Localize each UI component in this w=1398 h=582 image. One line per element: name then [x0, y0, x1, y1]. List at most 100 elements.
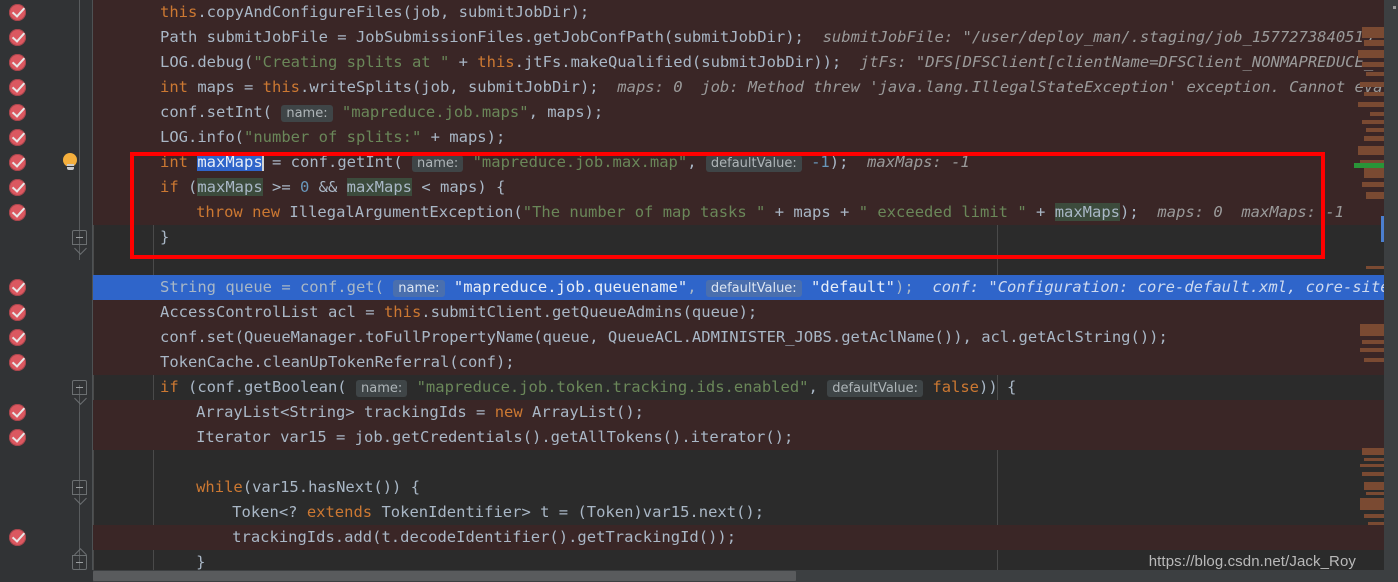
fold-collapse-icon[interactable] — [72, 555, 87, 570]
code-line[interactable]: LOG.info("number of splits:" + maps); — [93, 125, 1398, 150]
code-token: IllegalArgumentException( — [280, 203, 523, 221]
breakpoint-verified-icon[interactable] — [9, 304, 26, 321]
fold-collapse-icon[interactable] — [72, 380, 87, 395]
code-line-text: int maxMaps = conf.getInt( name: "mapred… — [160, 150, 970, 176]
code-token: false — [932, 378, 980, 396]
code-token: .copyAndConfigureFiles(job, submitJobDir… — [197, 3, 590, 21]
code-line[interactable]: while(var15.hasNext()) { — [93, 475, 1398, 500]
code-line-text: if (conf.getBoolean( name: "mapreduce.jo… — [160, 375, 1016, 401]
code-line[interactable]: Token<? extends TokenIdentifier> t = (To… — [93, 500, 1398, 525]
code-token: this — [262, 78, 300, 96]
code-token: >= — [262, 178, 300, 196]
breakpoint-verified-icon[interactable] — [9, 204, 26, 221]
breakpoint-verified-icon[interactable] — [9, 154, 26, 171]
code-line[interactable]: ArrayList<String> trackingIds = new Arra… — [93, 400, 1398, 425]
gutter-bottom-filler — [0, 570, 93, 582]
breakpoint-verified-icon[interactable] — [9, 404, 26, 421]
code-token: "default" — [811, 278, 896, 296]
code-token: maps = — [188, 78, 263, 96]
code-line[interactable]: Path submitJobFile = JobSubmissionFiles.… — [93, 25, 1398, 50]
fold-collapse-icon[interactable] — [72, 480, 87, 495]
code-token: "Creating splits at " — [253, 53, 450, 71]
breakpoint-verified-icon[interactable] — [9, 179, 26, 196]
code-line[interactable]: conf.setInt( name: "mapreduce.job.maps",… — [93, 100, 1398, 125]
breakpoint-verified-icon[interactable] — [9, 329, 26, 346]
code-token: = conf.getInt( — [262, 153, 412, 171]
code-token: "The number of map tasks " — [522, 203, 766, 221]
horizontal-scrollbar-track[interactable] — [93, 570, 1398, 582]
code-line[interactable]: this.copyAndConfigureFiles(job, submitJo… — [93, 0, 1398, 25]
code-token: .jtFs.makeQualified(submitJobDir)); — [514, 53, 842, 71]
breakpoint-verified-icon[interactable] — [9, 29, 26, 46]
breakpoint-verified-icon[interactable] — [9, 279, 26, 296]
minimap-line — [1360, 464, 1384, 467]
code-line-text: conf.setInt( name: "mapreduce.job.maps",… — [160, 100, 603, 126]
code-line[interactable]: conf.set(QueueManager.toFullPropertyName… — [93, 325, 1398, 350]
parameter-hint: defaultValue: — [705, 155, 802, 172]
breakpoint-verified-icon[interactable] — [9, 529, 26, 546]
code-minimap[interactable] — [1346, 0, 1384, 570]
fold-collapse-icon[interactable] — [72, 230, 87, 245]
code-line-text: while(var15.hasNext()) { — [196, 475, 420, 500]
code-line-text: ArrayList<String> trackingIds = new Arra… — [196, 400, 644, 425]
code-line-text: throw new IllegalArgumentException("The … — [196, 200, 1344, 225]
parameter-hint: defaultValue: — [705, 280, 802, 297]
breakpoint-verified-icon[interactable] — [9, 429, 26, 446]
code-line[interactable]: if (conf.getBoolean( name: "mapreduce.jo… — [93, 375, 1398, 400]
code-token: Iterator var15 = job.getCredentials().ge… — [196, 428, 794, 446]
debugger-inline-value: jtFs: "DFS[DFSClient[clientName=DFSClien… — [859, 53, 1398, 71]
code-token: .submitClient.getQueueAdmins(queue); — [421, 303, 758, 321]
gutter-breakpoint-column[interactable] — [0, 0, 36, 582]
code-token: "mapreduce.job.max.map" — [472, 153, 688, 171]
breakpoint-verified-icon[interactable] — [9, 54, 26, 71]
gutter-fold-column[interactable] — [36, 0, 93, 582]
code-token: " exceeded limit " — [858, 203, 1027, 221]
minimap-line — [1366, 192, 1384, 199]
code-token: "mapreduce.job.maps" — [341, 103, 529, 121]
horizontal-scrollbar-thumb[interactable] — [93, 571, 796, 581]
code-line[interactable]: Iterator var15 = job.getCredentials().ge… — [93, 425, 1398, 450]
code-line[interactable]: throw new IllegalArgumentException("The … — [93, 200, 1398, 225]
code-line[interactable]: trackingIds.add(t.decodeIdentifier().get… — [93, 525, 1398, 550]
minimap-current-line — [1354, 163, 1384, 168]
watermark-url: https://blog.csdn.net/Jack_Roy — [1148, 553, 1356, 570]
code-line-text: int maps = this.writeSplits(job, submitJ… — [160, 75, 1398, 100]
lightbulb-icon[interactable] — [62, 153, 78, 172]
minimap-line — [1360, 348, 1384, 352]
breakpoint-verified-icon[interactable] — [9, 354, 26, 371]
minimap-line — [1362, 340, 1384, 344]
code-token: && — [309, 178, 347, 196]
code-line[interactable] — [93, 450, 1398, 475]
code-editor-area[interactable]: this .copyAndConfigureFiles(job, submitJo… — [93, 0, 1398, 570]
code-line-text: } — [160, 225, 169, 250]
code-token: this — [477, 53, 515, 71]
code-line[interactable]: } — [93, 225, 1398, 250]
code-token: ); — [829, 153, 849, 171]
code-line[interactable]: int maxMaps = conf.getInt( name: "mapred… — [93, 150, 1398, 175]
breakpoint-verified-icon[interactable] — [9, 4, 26, 21]
code-line[interactable]: AccessControlList acl = this.submitClien… — [93, 300, 1398, 325]
error-stripe-track[interactable] — [1384, 0, 1398, 570]
code-line[interactable]: LOG.debug("Creating splits at " + this.j… — [93, 50, 1398, 75]
code-line[interactable]: TokenCache.cleanUpTokenReferral(conf); — [93, 350, 1398, 375]
minimap-line — [1362, 472, 1384, 476]
minimap-line — [1364, 514, 1384, 518]
code-line[interactable]: int maps = this.writeSplits(job, submitJ… — [93, 75, 1398, 100]
code-line[interactable]: if (maxMaps >= 0 && maxMaps < maps) { — [93, 175, 1398, 200]
code-line[interactable] — [93, 250, 1398, 275]
minimap-line — [1358, 102, 1384, 107]
minimap-line — [1364, 40, 1384, 46]
breakpoint-verified-icon[interactable] — [9, 104, 26, 121]
code-token: 0 — [300, 178, 310, 196]
breakpoint-verified-icon[interactable] — [9, 79, 26, 96]
minimap-caret-marker — [1381, 216, 1384, 242]
minimap-line — [1360, 82, 1384, 87]
minimap-line — [1366, 266, 1384, 269]
minimap-line — [1362, 27, 1384, 38]
breakpoint-verified-icon[interactable] — [9, 129, 26, 146]
code-line[interactable]: String queue = conf.get( name: "mapreduc… — [93, 275, 1398, 300]
parameter-hint: defaultValue: — [827, 380, 924, 397]
highlighted-token: maxMaps — [346, 178, 412, 196]
minimap-line — [1362, 120, 1384, 124]
